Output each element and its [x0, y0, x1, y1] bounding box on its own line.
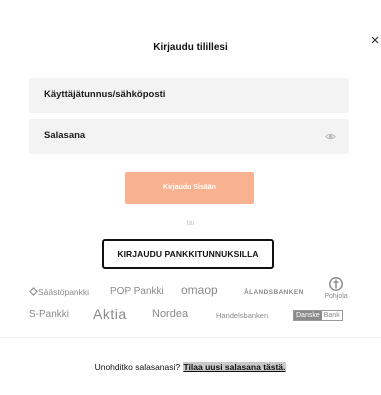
forgot-password-footer: Unohditko salasanasi? Tilaa uusi salasan…: [0, 362, 381, 372]
bank-aktia-label: Aktia: [93, 306, 127, 322]
bank-pohjola-label: Pohjola: [324, 293, 348, 300]
bank-aktia[interactable]: Aktia: [93, 306, 127, 322]
saastopankki-logo-icon: [29, 287, 38, 296]
or-divider: tai: [186, 220, 195, 227]
forgot-password-question: Unohditko salasanasi?: [94, 362, 181, 372]
pohjola-logo-icon: [329, 277, 343, 291]
bank-danske[interactable]: Danske Bank: [293, 310, 343, 321]
bank-pohjola[interactable]: Pohjola: [324, 277, 348, 300]
bank-handelsbanken[interactable]: Handelsbanken: [216, 311, 268, 320]
bank-saastopankki[interactable]: Säästöpankki: [29, 287, 89, 297]
eye-icon[interactable]: [325, 131, 336, 142]
page-title: Kirjaudu tilillesi: [153, 42, 228, 53]
bank-saastopankki-label: Säästöpankki: [38, 287, 90, 297]
bank-alandsbanken-label: ÅLANDSBANKEN: [244, 289, 304, 296]
bank-handelsbanken-label: Handelsbanken: [216, 311, 269, 320]
reset-password-link[interactable]: Tilaa uusi salasana tästä.: [182, 362, 287, 372]
bank-nordea[interactable]: Nordea: [152, 308, 188, 320]
bank-danske-label: Danske: [294, 311, 322, 320]
bank-s-pankki[interactable]: S-Pankki: [29, 309, 69, 320]
username-field[interactable]: Käyttäjätunnus/sähköposti: [29, 78, 349, 113]
bank-login-button[interactable]: KIRJAUDU PANKKITUNNUKSILLA: [102, 239, 274, 269]
bank-s-pankki-label: S-Pankki: [29, 309, 70, 320]
bank-nordea-label: Nordea: [152, 308, 189, 320]
username-placeholder: Käyttäjätunnus/sähköposti: [44, 89, 166, 100]
bank-omaop-label: omaop: [181, 283, 218, 297]
login-button[interactable]: Kirjaudu Sisään: [125, 172, 254, 204]
bank-danske-bank-label: Bank: [323, 312, 340, 319]
password-field[interactable]: Salasana: [29, 119, 349, 154]
password-placeholder: Salasana: [44, 130, 86, 141]
bank-pop-pankki[interactable]: POP Pankki: [110, 286, 164, 297]
bank-omaop[interactable]: omaop: [181, 283, 218, 297]
bank-pop-pankki-label: POP Pankki: [110, 286, 164, 297]
footer-divider: [0, 337, 381, 338]
bank-alandsbanken[interactable]: ÅLANDSBANKEN: [244, 289, 304, 296]
